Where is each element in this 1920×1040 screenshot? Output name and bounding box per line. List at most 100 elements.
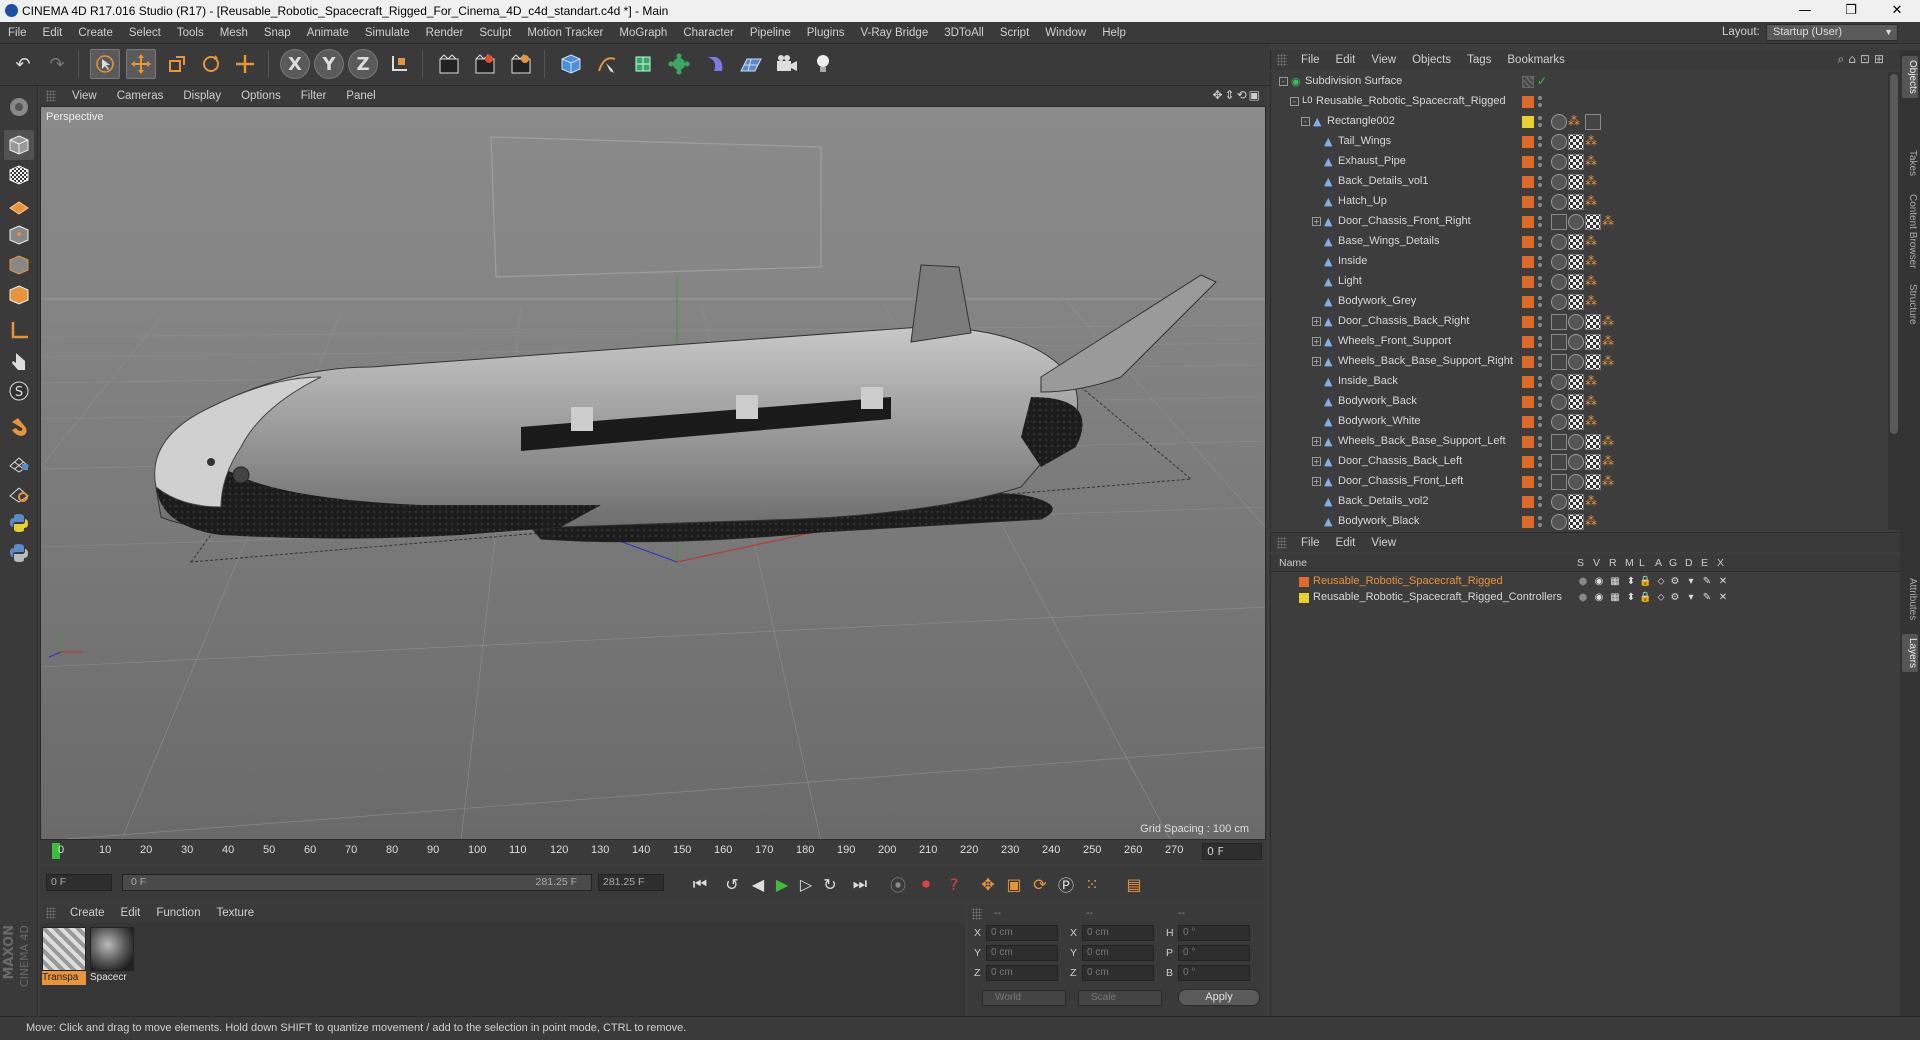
selection-tag-icon[interactable]: ⁂	[1585, 274, 1601, 290]
object-menu-file[interactable]: File	[1293, 54, 1328, 66]
material-tag-icon[interactable]	[1585, 314, 1601, 330]
enabled-check-icon[interactable]: ✓	[1537, 74, 1547, 88]
visibility-dots-icon[interactable]	[1537, 216, 1543, 228]
object-row[interactable]: ▲ Bodywork_Black ⁂	[1271, 512, 1886, 530]
layer-row[interactable]: Reusable_Robotic_Spacecraft_Rigged ● ◉ ▦ ⬍ 🔒 ⬦…	[1271, 574, 1901, 590]
material-tag-icon[interactable]	[1585, 334, 1601, 350]
end-frame-field[interactable]: 281.25 F	[598, 874, 664, 891]
phong-tag-icon[interactable]	[1551, 114, 1567, 130]
previous-frame-icon[interactable]: ◀	[746, 872, 770, 896]
deformer-icon[interactable]	[700, 49, 730, 79]
xpresso-tag-icon[interactable]	[1551, 474, 1567, 490]
layer-color-swatch[interactable]	[1522, 496, 1534, 508]
lock-icon[interactable]: 🔒	[1639, 592, 1651, 604]
key-position-icon[interactable]: ✥	[976, 872, 1000, 896]
material-tag-icon[interactable]	[1568, 234, 1584, 250]
selection-tag-icon[interactable]: ⁂	[1602, 474, 1618, 490]
material-tag-icon[interactable]	[1568, 494, 1584, 510]
menu-tools[interactable]: Tools	[169, 27, 212, 39]
layer-column-header[interactable]: G	[1669, 557, 1677, 569]
texture-tag-icon[interactable]	[1585, 114, 1601, 130]
viewport-menu-view[interactable]: View	[62, 90, 107, 102]
selection-tag-icon[interactable]: ⁂	[1602, 434, 1618, 450]
selection-tag-icon[interactable]: ⁂	[1585, 374, 1601, 390]
layer-color-swatch[interactable]	[1522, 416, 1534, 428]
phong-tag-icon[interactable]	[1551, 394, 1567, 410]
rotation-p-field[interactable]: 0 °	[1178, 945, 1250, 961]
menu-render[interactable]: Render	[418, 27, 472, 39]
coordinate-mode-select[interactable]: World	[982, 990, 1066, 1006]
visibility-dots-icon[interactable]	[1537, 96, 1543, 108]
menu-script[interactable]: Script	[992, 27, 1037, 39]
phong-tag-icon[interactable]	[1551, 294, 1567, 310]
object-row[interactable]: ▲ Tail_Wings ⁂	[1271, 132, 1886, 152]
phong-tag-icon[interactable]	[1568, 314, 1584, 330]
visibility-dots-icon[interactable]	[1537, 296, 1543, 308]
visibility-dots-icon[interactable]	[1537, 316, 1543, 328]
snap-icon[interactable]: S	[4, 376, 34, 406]
object-row[interactable]: ▲ Back_Details_vol2 ⁂	[1271, 492, 1886, 512]
visibility-dots-icon[interactable]	[1537, 136, 1543, 148]
object-row[interactable]: ▲ Bodywork_White ⁂	[1271, 412, 1886, 432]
visibility-dots-icon[interactable]	[1537, 156, 1543, 168]
apply-button[interactable]: Apply	[1178, 989, 1260, 1006]
selection-tag-icon[interactable]: ⁂	[1585, 494, 1601, 510]
side-tab-layers[interactable]: Layers	[1902, 634, 1918, 673]
xref-icon[interactable]: ✕	[1717, 592, 1729, 604]
visible-icon[interactable]: ◉	[1593, 592, 1605, 604]
layer-color-swatch[interactable]	[1522, 516, 1534, 528]
visibility-dots-icon[interactable]	[1537, 196, 1543, 208]
object-row[interactable]: ▲ Base_Wings_Details ⁂	[1271, 232, 1886, 252]
layer-color-swatch[interactable]	[1522, 396, 1534, 408]
subdivision-icon[interactable]	[628, 49, 658, 79]
selection-tag-icon[interactable]: ⁂	[1602, 454, 1618, 470]
expand-toggle-icon[interactable]: -	[1279, 77, 1288, 86]
object-row[interactable]: ▲ Bodywork_Grey ⁂	[1271, 292, 1886, 312]
material-tag-icon[interactable]	[1568, 394, 1584, 410]
side-tab-objects[interactable]: Objects	[1902, 56, 1918, 98]
visibility-dots-icon[interactable]	[1537, 476, 1543, 488]
material-tag-icon[interactable]	[1568, 514, 1584, 530]
make-editable-icon[interactable]	[4, 92, 34, 122]
layer-color-swatch[interactable]	[1522, 256, 1534, 268]
side-tab-takes[interactable]: Takes	[1902, 146, 1918, 180]
polygons-mode-icon[interactable]	[4, 280, 34, 310]
manager-icon[interactable]: ⬍	[1625, 592, 1637, 604]
visibility-dots-icon[interactable]	[1537, 396, 1543, 408]
viewport-menu-panel[interactable]: Panel	[336, 90, 385, 102]
xpresso-tag-icon[interactable]	[1551, 354, 1567, 370]
layer-color-swatch[interactable]	[1522, 116, 1534, 128]
position-y-field[interactable]: 0 cm	[986, 945, 1058, 961]
generators-icon[interactable]: ⚙	[1669, 592, 1681, 604]
layer-column-header[interactable]: S	[1577, 557, 1584, 569]
size-mode-select[interactable]: Scale	[1078, 990, 1162, 1006]
layer-column-header[interactable]: D	[1685, 557, 1693, 569]
material-tag-icon[interactable]	[1568, 154, 1584, 170]
play-icon[interactable]: ▶	[770, 872, 794, 896]
expressions-icon[interactable]: ✎	[1701, 576, 1713, 588]
menu-select[interactable]: Select	[121, 27, 169, 39]
phong-tag-icon[interactable]	[1568, 434, 1584, 450]
close-button[interactable]: ✕	[1874, 0, 1920, 22]
menu-pipeline[interactable]: Pipeline	[742, 27, 799, 39]
layer-color-swatch[interactable]	[1522, 276, 1534, 288]
object-menu-view[interactable]: View	[1363, 54, 1404, 66]
layer-menu-view[interactable]: View	[1363, 537, 1404, 549]
render-picture-viewer-icon[interactable]	[470, 49, 500, 79]
visibility-dots-icon[interactable]	[1537, 516, 1543, 528]
selection-tag-icon[interactable]: ⁂	[1585, 254, 1601, 270]
visible-icon[interactable]: ◉	[1593, 576, 1605, 588]
texture-mode-icon[interactable]	[4, 160, 34, 190]
rotation-h-field[interactable]: 0 °	[1178, 925, 1250, 941]
panel-grip-icon[interactable]	[46, 907, 56, 919]
render-icon[interactable]: ▦	[1609, 576, 1621, 588]
phong-tag-icon[interactable]	[1551, 414, 1567, 430]
selection-tag-icon[interactable]: ⁂	[1602, 314, 1618, 330]
xpresso-tag-icon[interactable]	[1551, 214, 1567, 230]
object-row[interactable]: + ▲ Door_Chassis_Back_Left ⁂	[1271, 452, 1886, 472]
go-to-start-icon[interactable]: ⏮	[688, 872, 712, 896]
next-key-icon[interactable]: ↻	[818, 872, 842, 896]
viewport-menu-display[interactable]: Display	[173, 90, 231, 102]
live-selection-icon[interactable]	[90, 49, 120, 79]
menu-create[interactable]: Create	[70, 27, 121, 39]
